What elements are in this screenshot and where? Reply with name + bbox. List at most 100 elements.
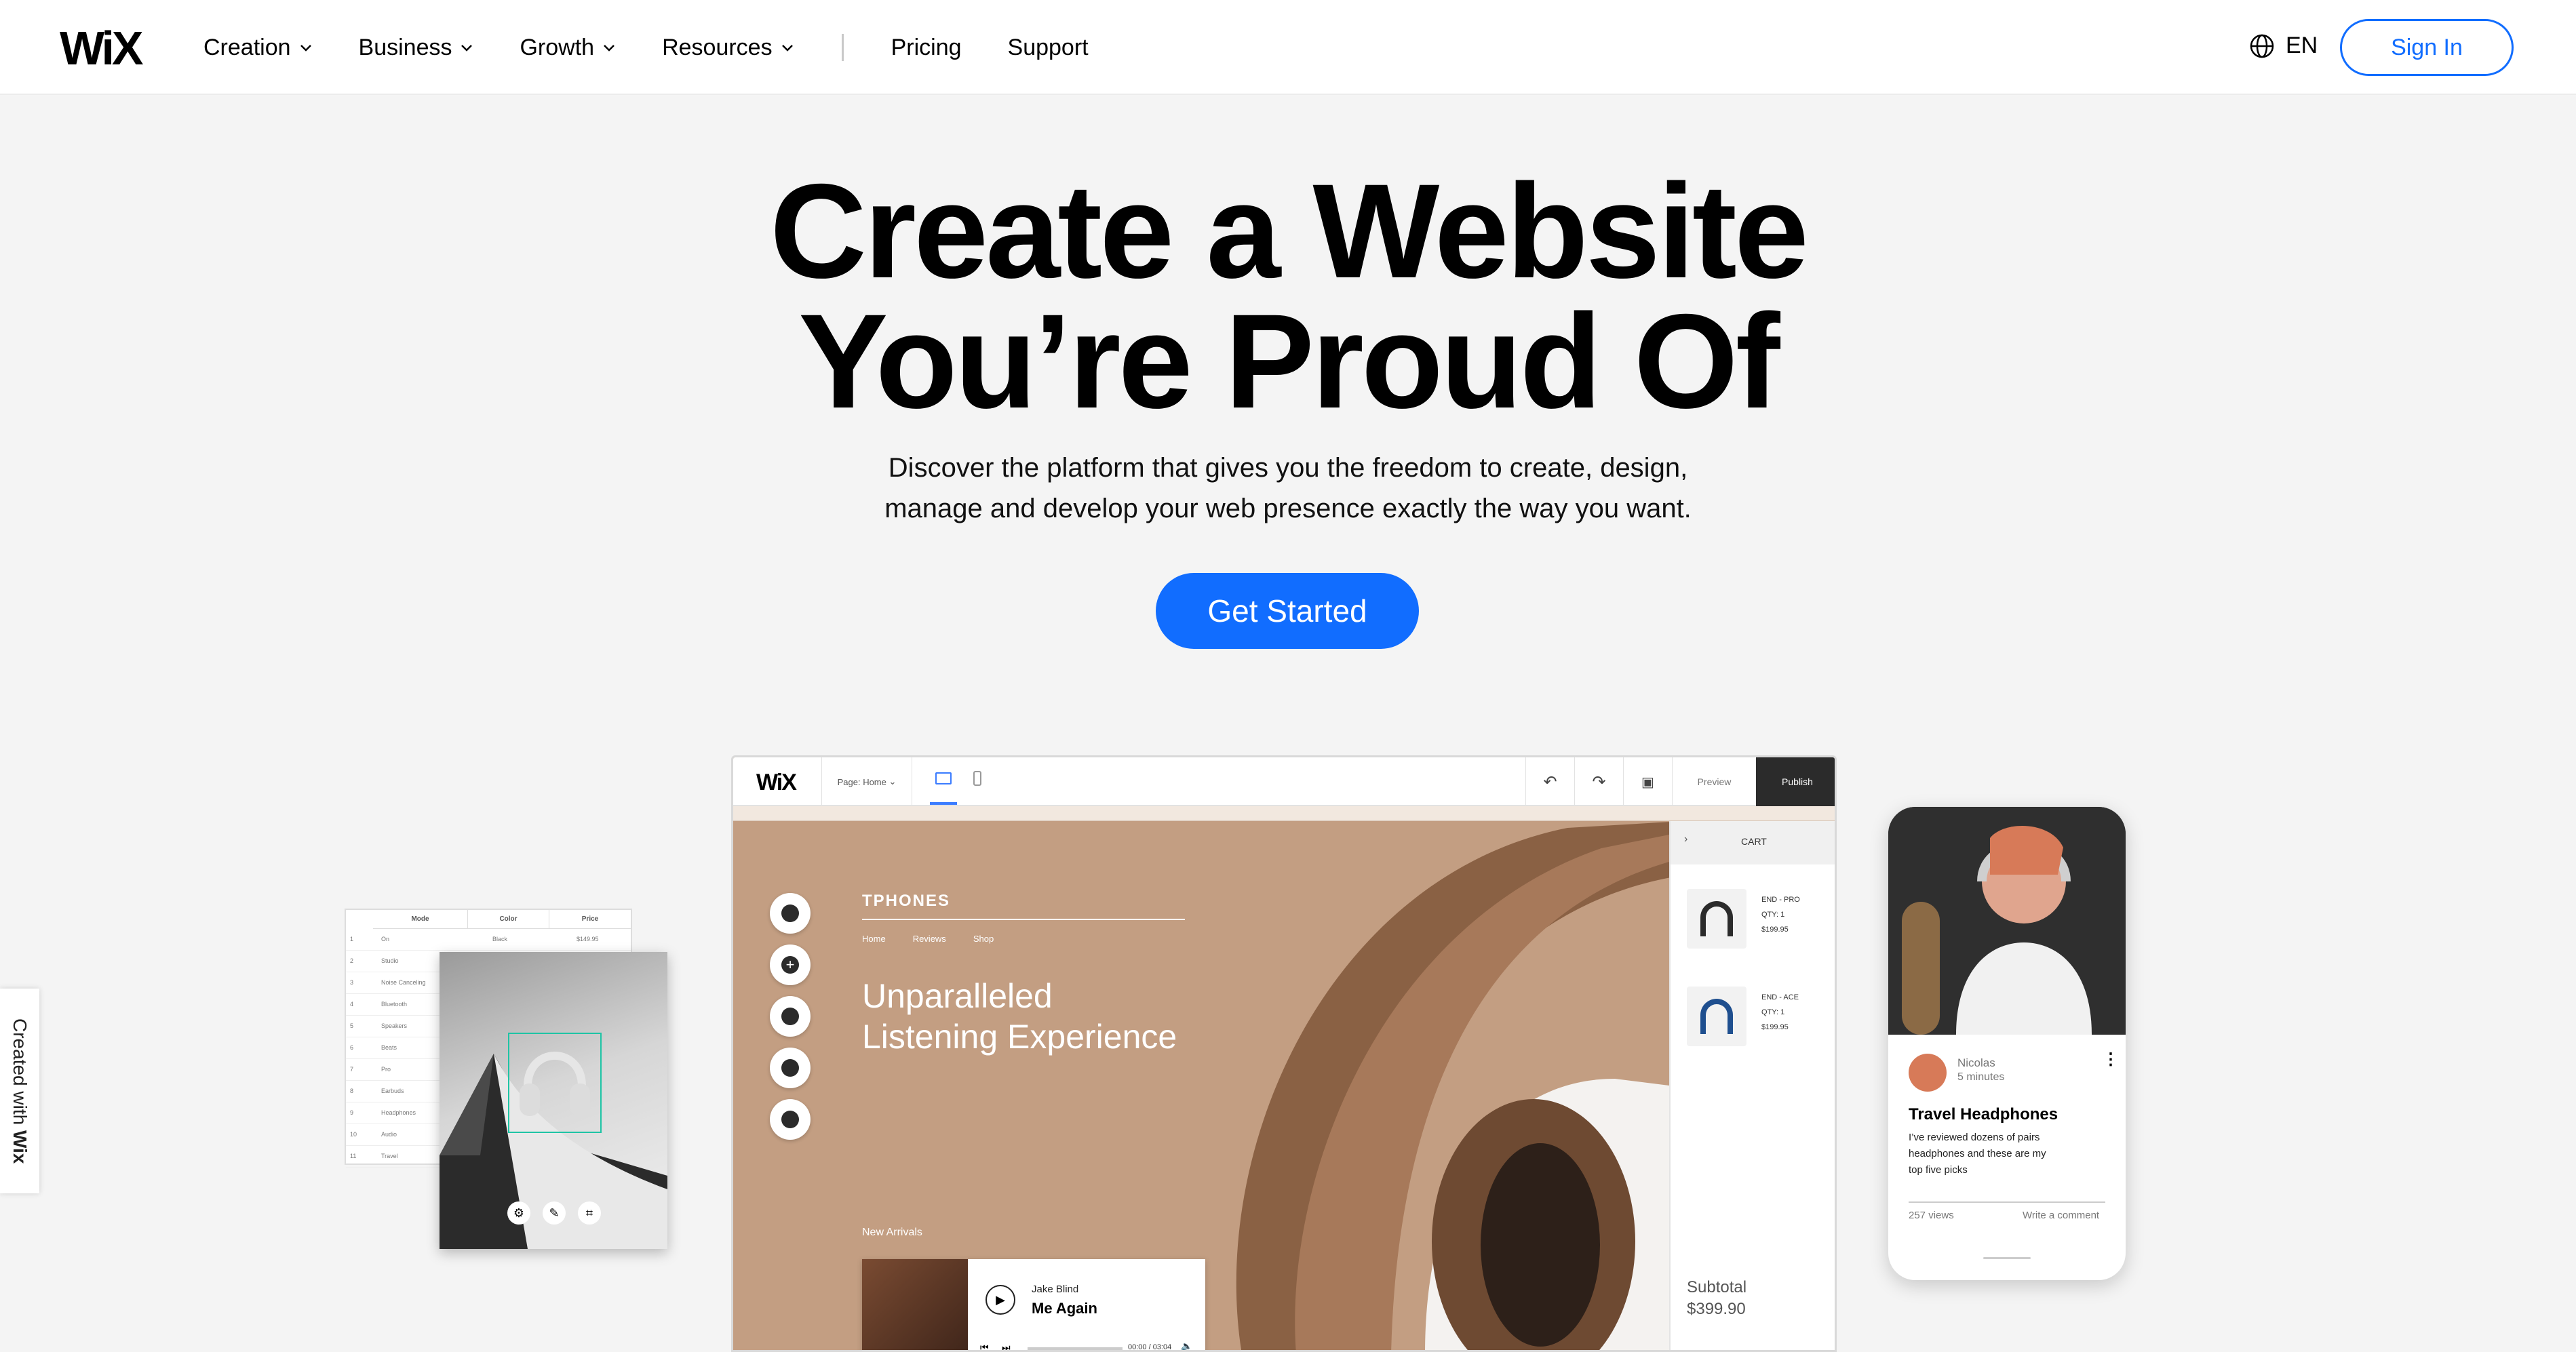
editor-logo: WiX bbox=[756, 770, 797, 795]
prev-icon[interactable]: ⏮ bbox=[980, 1342, 989, 1350]
badge-text: Created with Wix bbox=[9, 1018, 31, 1164]
page-selector-label: Page: Home bbox=[837, 776, 886, 787]
site-brand: TPHONES bbox=[862, 892, 951, 910]
redo-icon[interactable]: ↷ bbox=[1574, 757, 1623, 806]
upload-tool[interactable] bbox=[770, 1048, 811, 1088]
cart-item-image bbox=[1687, 889, 1746, 949]
row-mode: Studio bbox=[381, 957, 399, 964]
nav-divider bbox=[841, 34, 844, 61]
nav-support[interactable]: Support bbox=[1008, 35, 1089, 61]
crop-icon[interactable]: ⌗ bbox=[578, 1201, 601, 1225]
author-name[interactable]: Nicolas bbox=[1957, 1056, 1995, 1070]
cart-panel: › CART END - PRO QTY: 1 $199.95 END - AC… bbox=[1669, 821, 1835, 1350]
row-mode: Travel bbox=[381, 1153, 398, 1159]
add-tool[interactable]: + bbox=[770, 945, 811, 985]
hero-subtitle-line-2: manage and develop your web presence exa… bbox=[884, 494, 1692, 523]
undo-icon[interactable]: ↶ bbox=[1525, 757, 1574, 806]
cart-header: › CART bbox=[1671, 821, 1835, 864]
site-menu-reviews[interactable]: Reviews bbox=[913, 934, 946, 944]
post-title[interactable]: Travel Headphones bbox=[1909, 1105, 2058, 1124]
chevron-down-icon bbox=[461, 45, 473, 52]
add-icon: + bbox=[781, 956, 799, 974]
row-number: 11 bbox=[350, 1153, 357, 1159]
site-headline-line-1: Unparalleled bbox=[862, 977, 1053, 1015]
cart-title: CART bbox=[1741, 836, 1767, 847]
player-artist: Jake Blind bbox=[1032, 1284, 1079, 1295]
nav-pricing[interactable]: Pricing bbox=[891, 35, 962, 61]
nav-creation[interactable]: Creation bbox=[203, 35, 313, 61]
row-mode: Headphones bbox=[381, 1109, 416, 1116]
cart-subtotal-value: $399.90 bbox=[1687, 1300, 1746, 1318]
pages-tool[interactable] bbox=[770, 893, 811, 934]
row-mode: Earbuds bbox=[381, 1088, 404, 1094]
settings-icon[interactable]: ⚙ bbox=[507, 1201, 530, 1225]
row-price: $149.95 bbox=[577, 936, 599, 942]
write-comment-link[interactable]: Write a comment bbox=[2023, 1210, 2099, 1221]
language-selector[interactable]: EN bbox=[2249, 33, 2318, 59]
nav-business[interactable]: Business bbox=[359, 35, 474, 61]
volume-icon[interactable]: 🔈 bbox=[1181, 1340, 1192, 1350]
badge-brand: Wix bbox=[9, 1130, 31, 1164]
nav-growth-label: Growth bbox=[520, 34, 595, 60]
publish-button[interactable]: Publish bbox=[1756, 757, 1835, 806]
apps-icon bbox=[781, 1008, 799, 1025]
chevron-down-icon bbox=[604, 45, 614, 52]
table-header-price: Price bbox=[549, 910, 631, 929]
row-number: 1 bbox=[350, 936, 354, 942]
row-mode: Beats bbox=[381, 1044, 397, 1051]
hero-title-line-1: Create a Website bbox=[769, 156, 1809, 306]
page-selector[interactable]: Page: Home ⌄ bbox=[821, 757, 912, 806]
editor-ruler bbox=[733, 806, 1835, 821]
desktop-view-icon[interactable] bbox=[935, 772, 952, 784]
mobile-view-icon[interactable] bbox=[973, 771, 981, 786]
new-arrivals-label: New Arrivals bbox=[862, 1227, 922, 1238]
database-tool[interactable] bbox=[770, 1099, 811, 1140]
progress-track[interactable] bbox=[1028, 1347, 1123, 1350]
row-mode: Noise Canceling bbox=[381, 979, 426, 986]
nav-resources[interactable]: Resources bbox=[662, 35, 794, 61]
post-time: 5 minutes bbox=[1957, 1071, 2005, 1083]
row-mode: Bluetooth bbox=[381, 1001, 408, 1008]
top-navigation-bar: WiX Creation Business Growth Resources P… bbox=[0, 0, 2576, 95]
home-indicator bbox=[1983, 1257, 2031, 1259]
site-canvas: + TPHONES Home Reviews Shop Unparalleled… bbox=[733, 821, 1669, 1351]
player-track: Me Again bbox=[1032, 1300, 1097, 1317]
nav-growth[interactable]: Growth bbox=[520, 35, 616, 61]
image-toolbar: ⚙ ✎ ⌗ bbox=[507, 1201, 601, 1225]
editor-top-bar: WiX Page: Home ⌄ ↶ ↷ ▣ Preview Publish bbox=[733, 757, 1835, 806]
cart-back-icon[interactable]: › bbox=[1684, 833, 1687, 846]
sign-in-button[interactable]: Sign In bbox=[2340, 19, 2514, 76]
cart-item-image bbox=[1687, 987, 1746, 1046]
preview-button[interactable]: Preview bbox=[1672, 757, 1756, 806]
row-number: 2 bbox=[350, 957, 354, 964]
more-options-icon[interactable]: ⋮ bbox=[2103, 1052, 2119, 1068]
wix-logo[interactable]: WiX bbox=[60, 24, 144, 72]
person-with-headphones-image bbox=[1888, 807, 2126, 1035]
next-icon[interactable]: ⏭ bbox=[1002, 1342, 1011, 1350]
cart-item-qty: QTY: 1 bbox=[1761, 911, 1785, 919]
player-time: 00:00 / 03:04 bbox=[1128, 1343, 1172, 1351]
table-row: 1 On Black $149.95 bbox=[346, 929, 631, 951]
author-avatar[interactable] bbox=[1909, 1054, 1947, 1092]
image-editing-card[interactable]: ⚙ ✎ ⌗ bbox=[440, 952, 667, 1249]
site-menu-shop[interactable]: Shop bbox=[973, 934, 994, 944]
save-icon[interactable]: ▣ bbox=[1623, 757, 1672, 806]
play-button[interactable]: ▶ bbox=[985, 1285, 1015, 1315]
language-label: EN bbox=[2286, 33, 2318, 58]
music-player[interactable]: ▶ Jake Blind Me Again ⏮ ⏭ 00:00 / 03:04 … bbox=[862, 1259, 1205, 1351]
headphones-blue-icon bbox=[1700, 999, 1733, 1034]
badge-prefix: Created with bbox=[9, 1018, 31, 1125]
site-menu-home[interactable]: Home bbox=[862, 934, 886, 944]
globe-icon bbox=[2250, 34, 2274, 58]
site-menu: Home Reviews Shop bbox=[862, 934, 994, 944]
edit-icon[interactable]: ✎ bbox=[543, 1201, 566, 1225]
site-brand-underline bbox=[862, 919, 1185, 920]
cart-item[interactable]: END - PRO QTY: 1 $199.95 bbox=[1687, 889, 1835, 957]
created-with-wix-badge[interactable]: Created with Wix bbox=[0, 989, 39, 1193]
editor-mockup: WiX Page: Home ⌄ ↶ ↷ ▣ Preview Publish +… bbox=[731, 755, 1837, 1352]
get-started-button[interactable]: Get Started bbox=[1156, 573, 1419, 649]
chevron-down-icon bbox=[300, 45, 311, 52]
blog-cover-image bbox=[1888, 807, 2126, 1035]
apps-tool[interactable] bbox=[770, 996, 811, 1037]
cart-item[interactable]: END - ACE QTY: 1 $199.95 bbox=[1687, 987, 1835, 1054]
